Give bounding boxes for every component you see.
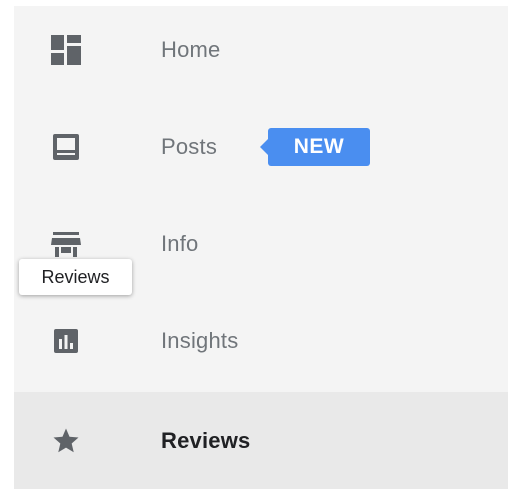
dashboard-icon — [51, 35, 81, 65]
sidebar-item-label: Reviews — [161, 427, 251, 453]
new-badge: NEW — [260, 128, 370, 166]
sidebar-item-label: Posts — [161, 134, 218, 159]
sidebar-item-posts[interactable]: Posts NEW — [14, 115, 508, 179]
sidebar-item-label: Home — [161, 37, 221, 62]
sidebar-item-insights[interactable]: Insights — [14, 309, 508, 373]
star-icon — [51, 426, 81, 456]
sidebar-item-home[interactable]: Home — [14, 18, 508, 82]
sidebar-item-reviews[interactable]: Reviews — [14, 392, 508, 489]
posts-icon — [51, 132, 81, 162]
sidebar-item-label: Insights — [161, 328, 239, 353]
sidebar-item-label: Info — [161, 231, 199, 256]
page: Home Posts NEW Info Insights Reviews Rev… — [0, 0, 508, 497]
insights-icon — [51, 326, 81, 356]
storefront-icon — [51, 229, 81, 259]
tooltip: Reviews — [19, 259, 132, 295]
sidebar-nav: Home Posts NEW Info Insights Reviews — [14, 6, 508, 489]
